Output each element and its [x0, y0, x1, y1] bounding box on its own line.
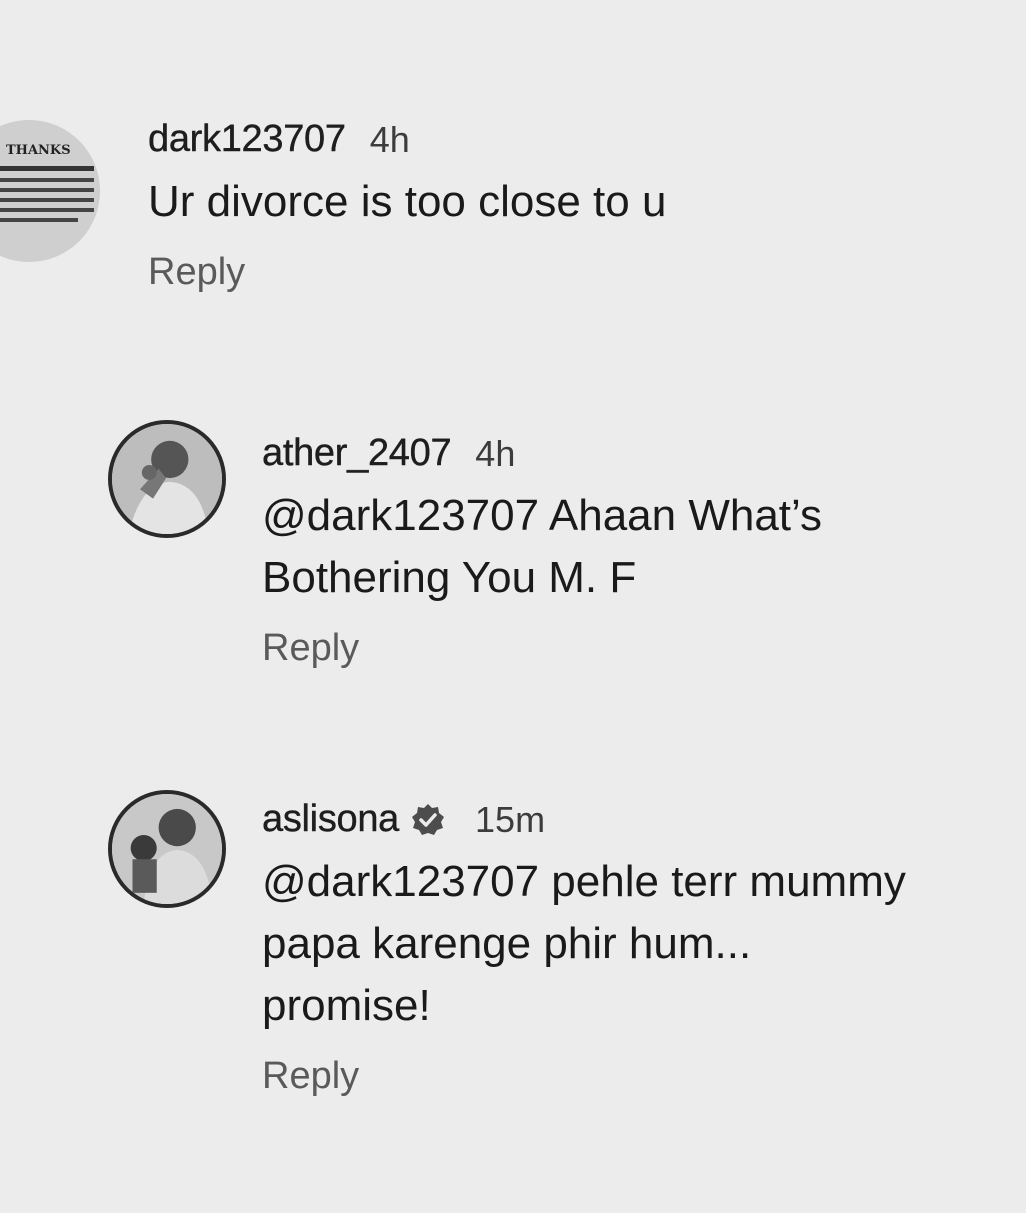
comment-username[interactable]: ather_2407: [262, 432, 452, 475]
comment-text-line: promise!: [262, 981, 431, 1030]
comment-text-line: @dark123707 pehle terr mummy: [262, 857, 906, 906]
reply-button[interactable]: Reply: [262, 1055, 906, 1098]
comment-meta: ather_2407 4h: [262, 432, 822, 475]
reply-button[interactable]: Reply: [262, 627, 822, 670]
comment-text-line: @dark123707 Ahaan What’s: [262, 491, 823, 540]
reply-button[interactable]: Reply: [148, 251, 666, 294]
person-photo-avatar-icon: [112, 424, 222, 534]
comment-username[interactable]: dark123707: [148, 118, 346, 161]
verified-badge-icon: [411, 803, 445, 837]
person-photo-avatar-icon: [112, 794, 222, 904]
comment-timestamp: 15m: [475, 798, 546, 840]
comment-text: @dark123707 Ahaan What’s Bothering You M…: [262, 485, 822, 609]
comment-text-line: papa karenge phir hum...: [262, 919, 752, 968]
comment-meta: aslisona 15m: [262, 798, 906, 841]
comment-timestamp: 4h: [475, 432, 516, 474]
comment-timestamp: 4h: [369, 118, 410, 160]
comment-text: @dark123707 pehle terr mummy papa kareng…: [262, 851, 906, 1037]
newspaper-avatar-icon: THANKS: [0, 120, 100, 262]
comment-text: Ur divorce is too close to u: [148, 171, 666, 233]
comment-meta: dark123707 4h: [148, 118, 666, 161]
avatar[interactable]: THANKS: [0, 120, 100, 262]
comment-text-line: Bothering You M. F: [262, 553, 637, 602]
avatar-logo-text: THANKS: [6, 143, 71, 158]
avatar[interactable]: [108, 790, 226, 908]
avatar[interactable]: [108, 420, 226, 538]
comment-text-line: Ur divorce is too close to u: [148, 177, 667, 226]
comment-username[interactable]: aslisona: [262, 798, 400, 841]
